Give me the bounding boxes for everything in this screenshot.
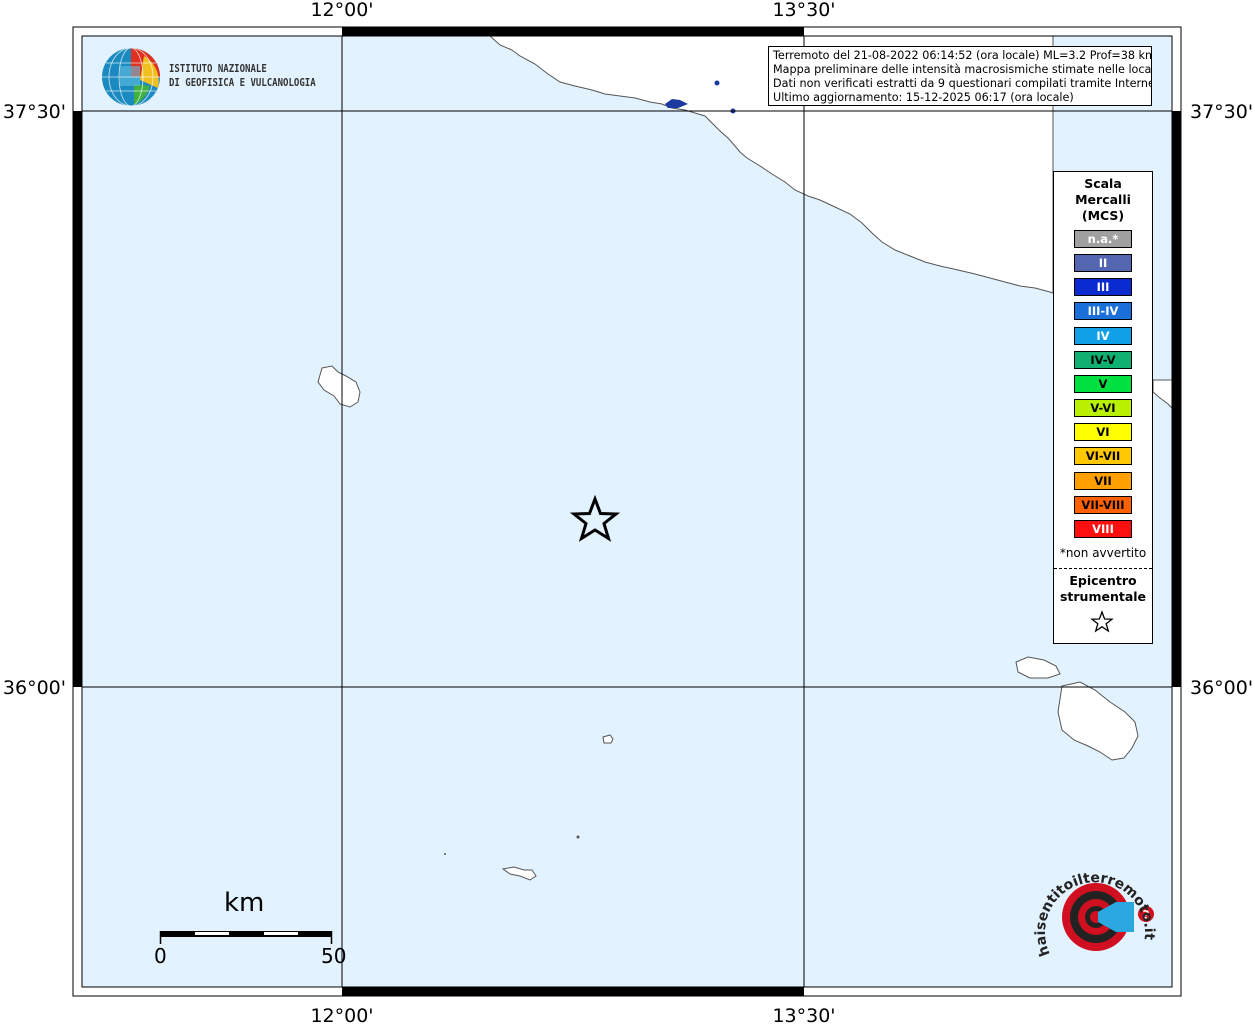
- legend-item-vii-viii: VII-VIII: [1074, 495, 1132, 514]
- legend-item-iii: III: [1074, 278, 1132, 297]
- legend-item-ii: II: [1074, 254, 1132, 273]
- legend-divider: [1054, 568, 1152, 569]
- legend-item-viii: VIII: [1074, 519, 1132, 538]
- lon-label-bottom-13: 13°30': [772, 1005, 835, 1024]
- coast-island-2: [714, 80, 720, 86]
- legend-item-iv: IV: [1074, 326, 1132, 345]
- legend-title-line1: Scala: [1084, 176, 1122, 191]
- frame-bar-top: [342, 27, 804, 36]
- scale-bar-min: 0: [154, 944, 167, 968]
- islet: [444, 853, 446, 855]
- scale-bar-max: 50: [321, 944, 347, 968]
- legend-item-vii: VII: [1074, 471, 1132, 490]
- frame-bar-bottom: [342, 987, 804, 996]
- legend-epicenter-line1: Epicentro: [1069, 573, 1137, 588]
- legend-title: Scala Mercalli (MCS): [1054, 176, 1152, 224]
- scale-bar-unit: km: [224, 888, 265, 918]
- ingv-name-line1: ISTITUTO NAZIONALE: [169, 62, 267, 75]
- frame-bar-left-1: [73, 111, 82, 687]
- lon-label-top-12: 12°00': [310, 0, 373, 21]
- info-line-1: Terremoto del 21-08-2022 06:14:52 (ora l…: [773, 49, 1152, 62]
- legend-item-v: V: [1074, 374, 1132, 393]
- lon-label-bottom-12: 12°00': [310, 1005, 373, 1024]
- ingv-name: ISTITUTO NAZIONALE DI GEOFISICA E VULCAN…: [169, 62, 316, 90]
- info-line-4: Ultimo aggiornamento: 15-12-2025 06:17 (…: [773, 91, 1074, 104]
- earthquake-info-box: Terremoto del 21-08-2022 06:14:52 (ora l…: [768, 46, 1152, 106]
- haisentito-logo: ? haisentitoilterremoto.it: [1030, 862, 1160, 977]
- ingv-name-line2: DI GEOFISICA E VULCANOLOGIA: [169, 76, 316, 89]
- lon-label-top-13: 13°30': [772, 0, 835, 21]
- legend-item-v-vi: V-VI: [1074, 399, 1132, 418]
- lat-label-left-36: 36°00': [3, 677, 66, 699]
- legend-item-iii-iv: III-IV: [1074, 302, 1132, 321]
- legend-item-n-a: n.a.*: [1074, 230, 1132, 248]
- legend-item-vi: VI: [1074, 423, 1132, 442]
- legend-title-line2: Mercalli: [1075, 192, 1131, 207]
- legend-note: *non avvertito: [1059, 546, 1147, 560]
- ingv-globe-icon: [102, 47, 160, 107]
- legend-title-line3: (MCS): [1081, 208, 1125, 223]
- info-line-2: Mappa preliminare delle intensità macros…: [773, 63, 1152, 76]
- mercalli-legend: Scala Mercalli (MCS) n.a.* II III III-IV IV I…: [1053, 171, 1153, 644]
- info-line-3: Dati non verificati estratti da 9 questi…: [773, 77, 1152, 90]
- lat-label-right-37: 37°30': [1190, 101, 1253, 123]
- lat-label-left-37: 37°30': [3, 101, 66, 123]
- legend-epicenter-label: Epicentro strumentale: [1054, 573, 1152, 605]
- linosa-island: [602, 734, 614, 744]
- frame-bar-right-1: [1172, 111, 1181, 687]
- legend-star-icon: [1090, 610, 1114, 633]
- legend-item-vi-vii: VI-VII: [1074, 447, 1132, 466]
- legend-epicenter-line2: strumentale: [1059, 589, 1147, 604]
- lat-label-right-36: 36°00': [1190, 677, 1253, 699]
- legend-item-iv-v: IV-V: [1074, 350, 1132, 369]
- lampione-island: [576, 835, 580, 839]
